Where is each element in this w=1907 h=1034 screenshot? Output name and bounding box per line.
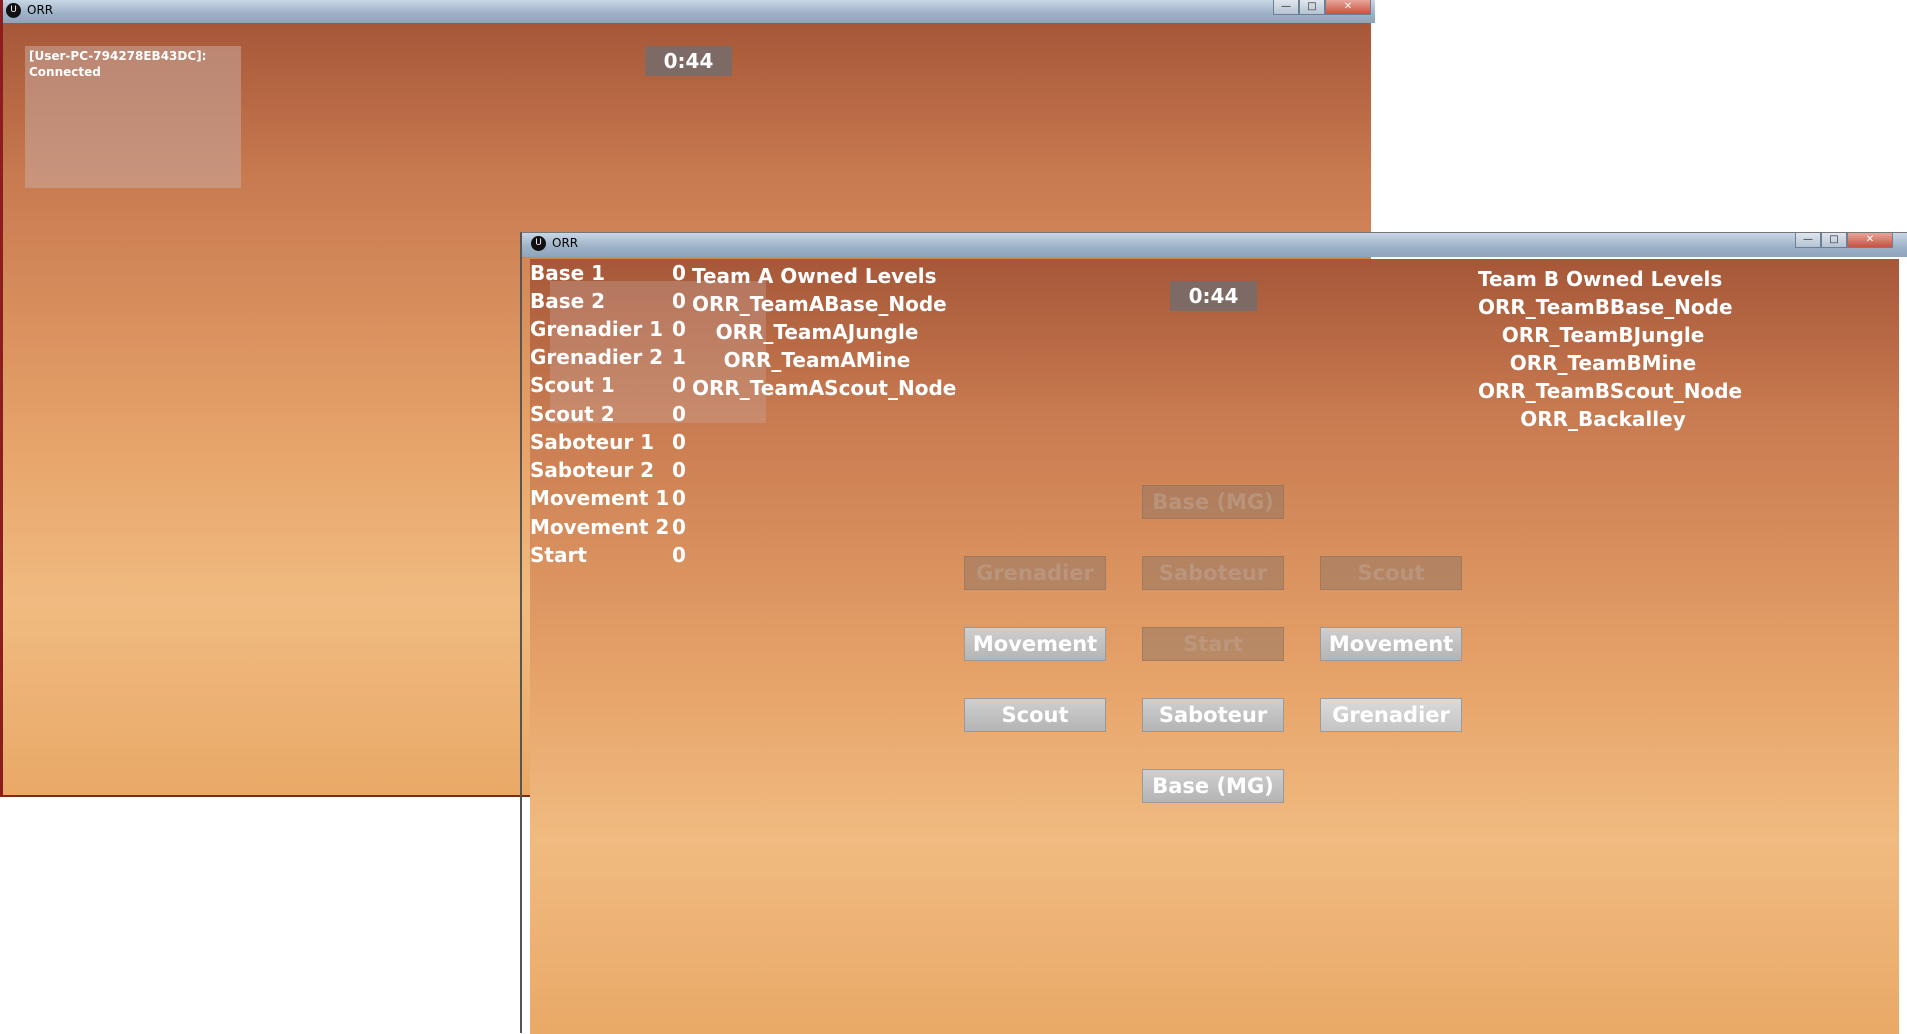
level-item: ORR_TeamAScout_Node [692, 376, 957, 400]
close-button[interactable]: ✕ [1847, 233, 1893, 248]
stat-label: Movement 2 [530, 515, 670, 539]
stat-value: 0 [672, 317, 686, 341]
stat-value: 0 [672, 486, 686, 510]
title-bar[interactable]: U ORR — □ ✕ [3, 0, 1375, 23]
minimize-button[interactable]: — [1273, 0, 1299, 15]
movement-button-right[interactable]: Movement [1320, 627, 1462, 661]
movement-button-left[interactable]: Movement [964, 627, 1106, 661]
stat-value: 0 [672, 430, 686, 454]
stat-label: Scout 1 [530, 373, 615, 397]
stat-value: 0 [672, 543, 686, 567]
window-title: ORR [552, 236, 579, 250]
unreal-logo-icon: U [531, 236, 546, 251]
stat-label: Movement 1 [530, 486, 670, 510]
stat-label: Base 2 [530, 289, 606, 313]
minimize-button[interactable]: — [1795, 233, 1821, 248]
level-item: ORR_TeamAJungle [715, 320, 919, 344]
level-item: ORR_TeamBMine [1509, 351, 1697, 375]
maximize-button[interactable]: □ [1821, 233, 1847, 248]
stat-value: 0 [672, 373, 686, 397]
stat-label: Scout 2 [530, 402, 615, 426]
grenadier-button-left[interactable]: Grenadier [964, 556, 1106, 590]
saboteur-button-mid[interactable]: Saboteur [1142, 556, 1284, 590]
match-timer: 0:44 [1170, 281, 1257, 311]
connection-status-text: [User-PC-794278EB43DC]: Connected [29, 49, 207, 79]
start-button[interactable]: Start [1142, 627, 1284, 661]
stat-label: Base 1 [530, 261, 606, 285]
level-item: ORR_Backalley [1520, 407, 1686, 431]
team-a-heading: Team A Owned Levels [692, 264, 937, 288]
connection-status-panel: [User-PC-794278EB43DC]: Connected [25, 46, 241, 188]
game-window-front: U ORR — □ ✕ Base 1 0 Base 2 0 Grenadier … [520, 232, 1907, 1034]
stat-value: 0 [672, 402, 686, 426]
stat-label: Saboteur 2 [530, 458, 655, 482]
window-title: ORR [27, 3, 54, 17]
level-item: ORR_TeamABase_Node [692, 292, 947, 316]
level-item: ORR_TeamBScout_Node [1478, 379, 1743, 403]
stat-value: 0 [672, 289, 686, 313]
stat-label: Grenadier 1 [530, 317, 664, 341]
stat-value: 0 [672, 261, 686, 285]
stat-value: 1 [672, 345, 686, 369]
match-timer: 0:44 [645, 46, 732, 76]
saboteur-button-bottom[interactable]: Saboteur [1142, 698, 1284, 732]
level-item: ORR_TeamAMine [723, 348, 911, 372]
scout-button-left[interactable]: Scout [964, 698, 1106, 732]
stat-label: Saboteur 1 [530, 430, 655, 454]
base-mg-button-bottom[interactable]: Base (MG) [1142, 769, 1284, 803]
stat-value: 0 [672, 458, 686, 482]
scout-button-right[interactable]: Scout [1320, 556, 1462, 590]
grenadier-button-right[interactable]: Grenadier [1320, 698, 1462, 732]
title-bar[interactable]: U ORR — □ ✕ [522, 233, 1907, 257]
team-b-heading: Team B Owned Levels [1478, 267, 1723, 291]
unreal-logo-icon: U [6, 3, 21, 18]
stat-label: Grenadier 2 [530, 345, 664, 369]
level-item: ORR_TeamBBase_Node [1478, 295, 1733, 319]
stat-value: 0 [672, 515, 686, 539]
maximize-button[interactable]: □ [1299, 0, 1325, 15]
base-mg-button-top[interactable]: Base (MG) [1142, 485, 1284, 519]
game-viewport[interactable]: Base 1 0 Base 2 0 Grenadier 1 0 Grenadie… [530, 259, 1899, 1034]
close-button[interactable]: ✕ [1325, 0, 1371, 15]
stat-label: Start [530, 543, 587, 567]
level-item: ORR_TeamBJungle [1501, 323, 1705, 347]
